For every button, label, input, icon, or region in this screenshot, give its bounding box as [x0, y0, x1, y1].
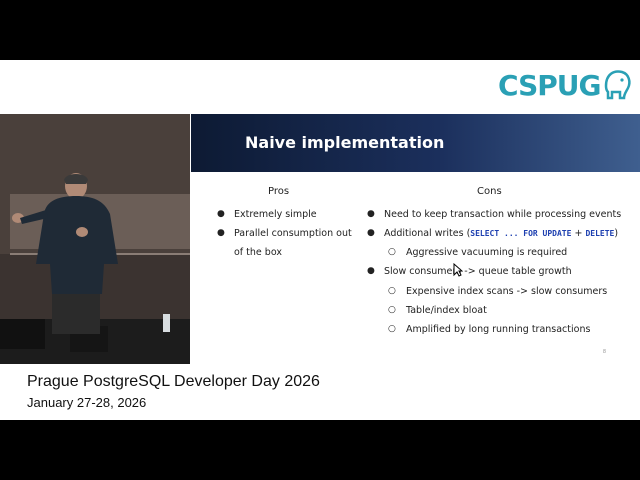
event-title: Prague PostgreSQL Developer Day 2026: [27, 373, 320, 390]
bullet: ●: [217, 228, 225, 238]
bullet: ●: [367, 266, 375, 276]
sub-bullet: ○: [388, 286, 396, 296]
speaker-camera: [0, 114, 190, 364]
writes-prefix: Additional writes (: [384, 228, 471, 239]
logo-text: CSPUG: [498, 68, 601, 102]
pros-item: Extremely simple: [234, 209, 317, 220]
bullet: ●: [367, 209, 375, 219]
sub-bullet: ○: [388, 305, 396, 315]
sub-bullet: ○: [388, 324, 396, 334]
speaker-scene: [0, 114, 190, 364]
slide-header: Naive implementation: [191, 114, 640, 172]
cons-item-writes: Additional writes (SELECT ... FOR UPDATE…: [384, 228, 618, 239]
cons-subitem: Table/index bloat: [406, 305, 487, 316]
writes-plus: +: [571, 228, 586, 239]
mouse-cursor-icon: [453, 263, 463, 277]
cons-subitem: Amplified by long running transactions: [406, 324, 591, 335]
pros-item: of the box: [234, 247, 282, 258]
event-date: January 27-28, 2026: [27, 395, 147, 410]
code-delete: DELETE: [585, 229, 615, 238]
pros-item: Parallel consumption out: [234, 228, 352, 239]
cons-item: Slow consumers -> queue table growth: [384, 266, 572, 277]
slide-title: Naive implementation: [245, 133, 445, 152]
video-frame: CSPUG Naive implementation Pros Cons ● E…: [0, 60, 640, 420]
sub-bullet: ○: [388, 247, 396, 257]
cons-subitem: Aggressive vacuuming is required: [406, 247, 568, 258]
writes-suffix: ): [614, 228, 619, 239]
pros-heading: Pros: [268, 186, 290, 197]
cons-item: Need to keep transaction while processin…: [384, 209, 622, 220]
cons-subitem: Expensive index scans -> slow consumers: [406, 286, 608, 297]
cspug-logo: CSPUG: [498, 68, 632, 102]
code-select: SELECT ... FOR UPDATE: [470, 229, 572, 238]
presentation-slide: Naive implementation Pros Cons ● Extreme…: [191, 114, 640, 365]
cons-heading: Cons: [477, 186, 502, 197]
elephant-icon: [605, 70, 632, 100]
page-number: 8: [602, 349, 606, 355]
bullet: ●: [367, 228, 375, 238]
bullet: ●: [217, 209, 225, 219]
